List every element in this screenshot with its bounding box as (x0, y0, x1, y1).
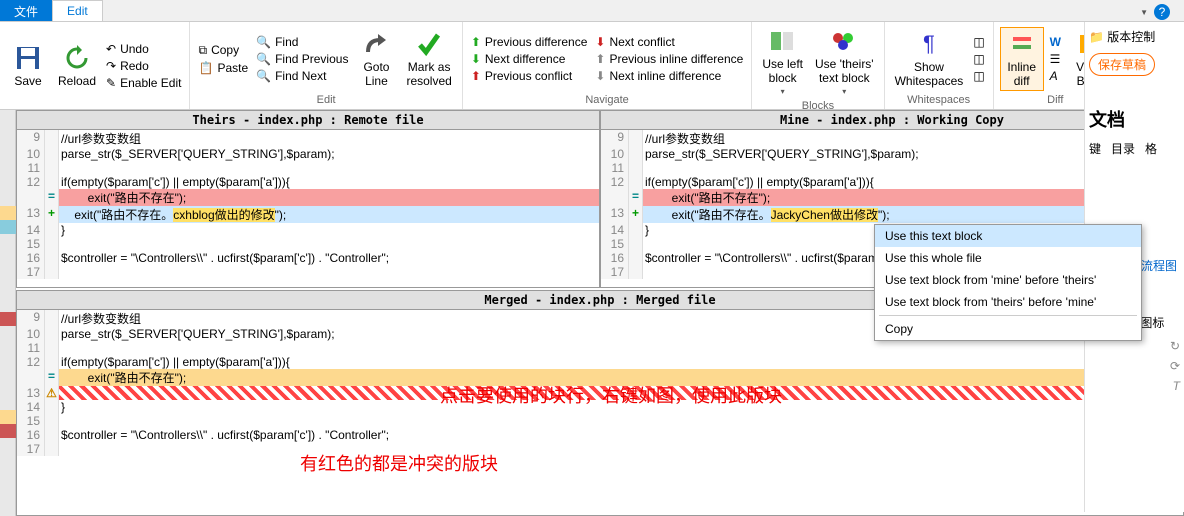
ws-opt2[interactable]: ◫ (971, 51, 986, 67)
annotation-2: 有红色的都是冲突的版块 (300, 450, 498, 476)
ws-icon: ◫ (973, 35, 984, 49)
group-edit: ⧉Copy 📋Paste 🔍Find 🔍Find Previous 🔍Find … (190, 22, 462, 109)
next-diff-button[interactable]: ⬇Next difference (469, 51, 590, 67)
tab-strip: 文件 Edit (0, 0, 1184, 22)
ws-icon: ◫ (973, 52, 984, 66)
separator (879, 315, 1137, 316)
bars-icon: ☰ (1050, 52, 1061, 66)
pane-theirs: Theirs - index.php : Remote file 9//url参… (16, 110, 600, 288)
prev-inline-button[interactable]: ⬆Previous inline difference (593, 51, 745, 67)
copy-button[interactable]: ⧉Copy (196, 42, 250, 59)
diff-opt2[interactable]: ☰ (1048, 51, 1063, 67)
block-icon (769, 27, 797, 55)
ctx-theirs-before-mine[interactable]: Use text block from 'theirs' before 'min… (875, 291, 1141, 313)
group-blocks: Use left block▾ Use 'theirs' text block▾… (752, 22, 884, 109)
inline-diff-button[interactable]: Inline diff (1000, 27, 1044, 91)
ctx-use-whole-file[interactable]: Use this whole file (875, 247, 1141, 269)
use-left-block-button[interactable]: Use left block▾ (758, 25, 807, 98)
chevron-down-icon[interactable]: ▼ (1140, 8, 1148, 17)
use-theirs-block-button[interactable]: Use 'theirs' text block▾ (811, 25, 878, 98)
arrow-up-icon: ⬆ (471, 35, 481, 49)
ws-icon: ◫ (973, 69, 984, 83)
tab-file[interactable]: 文件 (0, 0, 52, 21)
side-key[interactable]: 键 (1089, 140, 1101, 157)
ctx-copy[interactable]: Copy (875, 318, 1141, 340)
save-button[interactable]: Save (6, 42, 50, 90)
arrow-down-icon: ⬇ (471, 52, 481, 66)
refresh-icon[interactable]: ↻ (1170, 339, 1180, 353)
save-draft-button[interactable]: 保存草稿 (1089, 53, 1155, 76)
diff-opt3[interactable]: A (1048, 68, 1063, 84)
show-ws-button[interactable]: ¶ Show Whitespaces (891, 28, 968, 90)
ws-opt1[interactable]: ◫ (971, 34, 986, 50)
group-label-edit: Edit (196, 92, 455, 106)
diff-opt1[interactable]: W (1048, 34, 1063, 50)
top-right-area: ▼ ? (1140, 4, 1170, 20)
pilcrow-icon: ¶ (915, 30, 943, 58)
side-toc[interactable]: 目录 (1111, 140, 1135, 157)
inline-diff-icon (1008, 30, 1036, 58)
next-conf-button[interactable]: ⬇Next conflict (593, 34, 745, 50)
side-fmt[interactable]: 格 (1145, 140, 1157, 157)
undo-icon: ↶ (106, 42, 116, 56)
goto-icon (362, 30, 390, 58)
save-icon (14, 44, 42, 72)
search-icon: 🔍 (256, 52, 271, 66)
group-file: Save Reload ↶Undo ↷Redo ✎Enable Edit (0, 22, 190, 109)
ribbon: Save Reload ↶Undo ↷Redo ✎Enable Edit ⧉Co… (0, 22, 1184, 110)
text-icon[interactable]: T (1173, 379, 1180, 393)
ctx-mine-before-theirs[interactable]: Use text block from 'mine' before 'their… (875, 269, 1141, 291)
doc-heading: 文档 (1089, 106, 1180, 132)
group-whitespace: ¶ Show Whitespaces ◫ ◫ ◫ Whitespaces (885, 22, 994, 109)
group-label-ws: Whitespaces (891, 92, 987, 106)
search-icon: 🔍 (256, 69, 271, 83)
a-icon: A (1050, 69, 1058, 83)
undo-button[interactable]: ↶Undo (104, 41, 183, 57)
group-navigate: ⬆Previous difference ⬇Next difference ⬆P… (463, 22, 753, 109)
context-menu: Use this text block Use this whole file … (874, 224, 1142, 341)
pane-theirs-title: Theirs - index.php : Remote file (17, 111, 599, 130)
copy-icon: ⧉ (198, 43, 207, 58)
check-icon (415, 30, 443, 58)
overview-gutter[interactable] (0, 110, 16, 516)
redo-button[interactable]: ↷Redo (104, 58, 183, 74)
w-icon: W (1050, 35, 1061, 49)
arrow-down-icon: ⬇ (595, 69, 605, 83)
enable-edit-button[interactable]: ✎Enable Edit (104, 75, 183, 91)
edit-icon: ✎ (106, 76, 116, 90)
paste-button[interactable]: 📋Paste (196, 60, 250, 76)
annotation-1: 点击要使用的块行，右键如图，使用此版块 (440, 382, 782, 408)
arrow-up-icon: ⬆ (471, 69, 481, 83)
paste-icon: 📋 (198, 61, 213, 75)
code-theirs[interactable]: 9//url参数变数组 10parse_str($_SERVER['QUERY_… (17, 130, 599, 287)
tab-edit[interactable]: Edit (52, 0, 103, 21)
prev-conf-button[interactable]: ⬆Previous conflict (469, 68, 590, 84)
goto-line-button[interactable]: Goto Line (354, 28, 398, 90)
folder-icon: 📁 (1089, 30, 1104, 44)
side-icon-label: 图标 (1140, 314, 1164, 331)
arrow-down-icon: ⬇ (595, 35, 605, 49)
group-label-nav: Navigate (469, 92, 746, 106)
search-icon: 🔍 (256, 35, 271, 49)
block-icon (830, 27, 858, 55)
help-icon[interactable]: ? (1154, 4, 1170, 20)
redo-icon: ↷ (106, 59, 116, 73)
prev-diff-button[interactable]: ⬆Previous difference (469, 34, 590, 50)
reload-button[interactable]: Reload (54, 42, 100, 90)
ctx-use-text-block[interactable]: Use this text block (875, 225, 1141, 247)
version-control-label[interactable]: 版本控制 (1107, 30, 1155, 44)
reload-icon[interactable]: ⟳ (1170, 359, 1180, 373)
reload-icon (63, 44, 91, 72)
mark-resolved-button[interactable]: Mark as resolved (402, 28, 455, 90)
next-inline-button[interactable]: ⬇Next inline difference (593, 68, 745, 84)
find-prev-button[interactable]: 🔍Find Previous (254, 51, 350, 67)
arrow-up-icon: ⬆ (595, 52, 605, 66)
find-next-button[interactable]: 🔍Find Next (254, 68, 350, 84)
find-button[interactable]: 🔍Find (254, 34, 350, 50)
ws-opt3[interactable]: ◫ (971, 68, 986, 84)
